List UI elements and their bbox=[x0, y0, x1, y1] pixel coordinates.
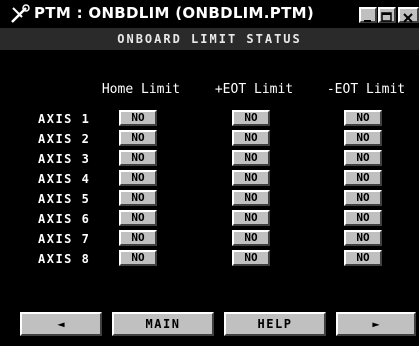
close-icon bbox=[403, 13, 413, 23]
axis-3-home-status: NO bbox=[119, 150, 157, 166]
axis-label: AXIS 2 bbox=[38, 132, 91, 146]
maximize-button[interactable] bbox=[378, 7, 396, 23]
navigation-bar: ◄ MAIN HELP ► bbox=[0, 298, 419, 346]
axis-label: AXIS 1 bbox=[38, 112, 91, 126]
axis-2-minus-eot-status: NO bbox=[344, 130, 382, 146]
axis-4-plus-eot-status: NO bbox=[232, 170, 270, 186]
axis-3-minus-eot-status: NO bbox=[344, 150, 382, 166]
axis-8-home-status: NO bbox=[119, 250, 157, 266]
axis-5-home-status: NO bbox=[119, 190, 157, 206]
axis-6-plus-eot-status: NO bbox=[232, 210, 270, 226]
main-button[interactable]: MAIN bbox=[112, 312, 214, 336]
axis-7-plus-eot-status: NO bbox=[232, 230, 270, 246]
axis-2-home-status: NO bbox=[119, 130, 157, 146]
axis-2-plus-eot-status: NO bbox=[232, 130, 270, 146]
axis-label: AXIS 6 bbox=[38, 212, 91, 226]
axis-1-plus-eot-status: NO bbox=[232, 110, 270, 126]
axis-5-minus-eot-status: NO bbox=[344, 190, 382, 206]
axis-label: AXIS 3 bbox=[38, 152, 91, 166]
left-arrow-icon: ◄ bbox=[57, 317, 65, 331]
axis-1-minus-eot-status: NO bbox=[344, 110, 382, 126]
column-header-plus-eot-limit: +EOT Limit bbox=[214, 82, 294, 97]
axis-label: AXIS 4 bbox=[38, 172, 91, 186]
axis-8-plus-eot-status: NO bbox=[232, 250, 270, 266]
column-header-home-limit: Home Limit bbox=[101, 82, 181, 97]
maximize-icon bbox=[381, 12, 392, 22]
axis-5-plus-eot-status: NO bbox=[232, 190, 270, 206]
prev-page-button[interactable]: ◄ bbox=[20, 312, 102, 336]
axis-6-home-status: NO bbox=[119, 210, 157, 226]
axis-4-home-status: NO bbox=[119, 170, 157, 186]
right-arrow-icon: ► bbox=[372, 317, 380, 331]
title-bar[interactable]: PTM : ONBDLIM (ONBDLIM.PTM) bbox=[0, 0, 419, 28]
axis-7-minus-eot-status: NO bbox=[344, 230, 382, 246]
window-title: PTM : ONBDLIM (ONBDLIM.PTM) bbox=[34, 4, 314, 22]
subtitle-bar: ONBOARD LIMIT STATUS bbox=[0, 28, 419, 50]
wrench-icon bbox=[10, 4, 30, 24]
axis-3-plus-eot-status: NO bbox=[232, 150, 270, 166]
axis-label: AXIS 7 bbox=[38, 232, 91, 246]
axis-label: AXIS 5 bbox=[38, 192, 91, 206]
axis-8-minus-eot-status: NO bbox=[344, 250, 382, 266]
axis-7-home-status: NO bbox=[119, 230, 157, 246]
close-button[interactable] bbox=[398, 7, 419, 23]
page-title: ONBOARD LIMIT STATUS bbox=[117, 32, 302, 46]
minimize-icon bbox=[364, 20, 371, 22]
column-header-minus-eot-limit: -EOT Limit bbox=[326, 82, 406, 97]
axis-1-home-status: NO bbox=[119, 110, 157, 126]
axis-4-minus-eot-status: NO bbox=[344, 170, 382, 186]
next-page-button[interactable]: ► bbox=[336, 312, 416, 336]
help-button[interactable]: HELP bbox=[224, 312, 326, 336]
minimize-button[interactable] bbox=[359, 7, 377, 23]
axis-6-minus-eot-status: NO bbox=[344, 210, 382, 226]
axis-label: AXIS 8 bbox=[38, 252, 91, 266]
